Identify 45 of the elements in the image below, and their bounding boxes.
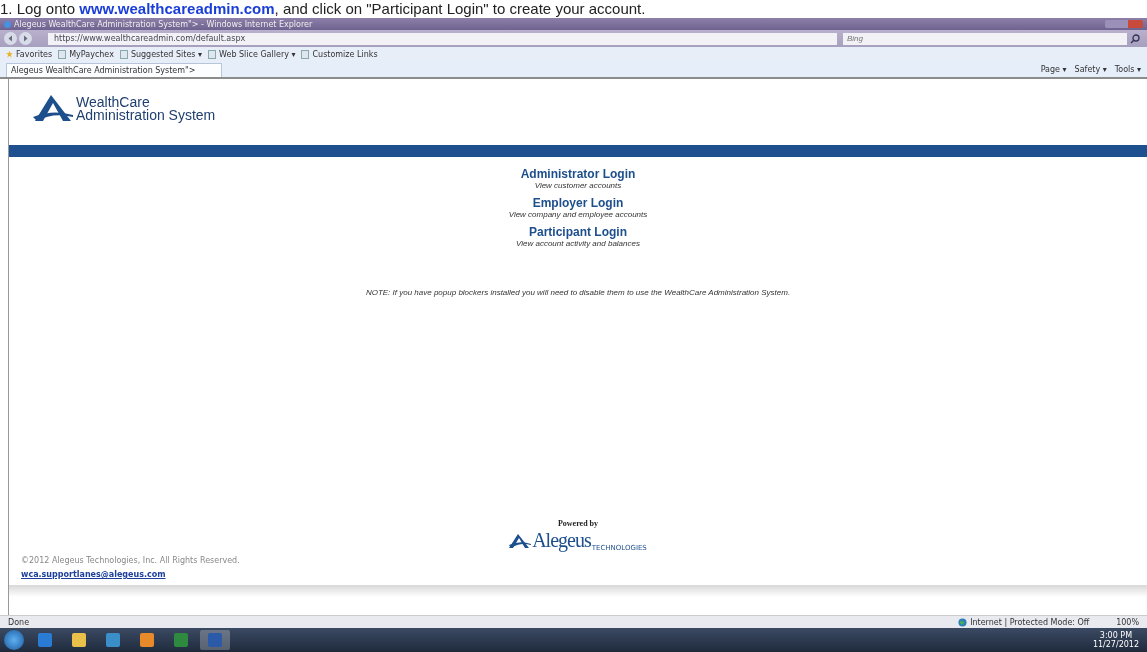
clock: 3:00 PM 11/27/2012 bbox=[1092, 631, 1140, 649]
address-field[interactable]: https://www.wealthcareadmin.com/default.aspx bbox=[48, 32, 837, 45]
globe-icon bbox=[958, 617, 968, 627]
toolbar-menu[interactable]: Page ▾ bbox=[1040, 64, 1067, 74]
note-text: NOTE: If you have popup blockers installed you will need to disable them to use the WealthCare Administration System. bbox=[364, 288, 792, 297]
window-title: Alegeus WealthCare Administration System"> - Windows Internet Explorer bbox=[14, 19, 314, 29]
status-text: Done bbox=[8, 617, 30, 627]
app-icon bbox=[38, 633, 52, 647]
logo-text: Administration System bbox=[76, 109, 216, 122]
browser-icon bbox=[4, 20, 11, 28]
app-icon bbox=[174, 633, 188, 647]
start-button[interactable] bbox=[4, 630, 24, 650]
logo-text: WealthCare bbox=[76, 96, 150, 109]
app-icon bbox=[208, 633, 222, 647]
favorites-link[interactable]: MyPaychex bbox=[69, 49, 114, 59]
brand-logo-icon bbox=[509, 533, 532, 548]
instruction-text: 1. Log onto www.wealthcareadmin.com, and click on "Participant Login" to create your account. bbox=[0, 0, 647, 18]
logo-icon bbox=[33, 95, 73, 123]
powered-by-text: Powered by bbox=[557, 519, 599, 528]
toolbar-menu[interactable]: Tools ▾ bbox=[1114, 64, 1141, 74]
search-field[interactable]: Bing bbox=[843, 32, 1127, 45]
login-link[interactable]: Participant Login bbox=[529, 225, 627, 239]
login-description: View company and employee accounts bbox=[508, 210, 648, 219]
app-icon bbox=[106, 633, 120, 647]
brand-name: Alegeus bbox=[532, 529, 591, 552]
login-description: View account activity and balances bbox=[516, 239, 640, 248]
login-description: View customer accounts bbox=[534, 181, 622, 190]
browser-tab[interactable]: Alegeus WealthCare Administration System"> bbox=[6, 63, 222, 77]
app-icon bbox=[140, 633, 154, 647]
support-email-link[interactable]: wca.supportlanes@alegeus.com bbox=[21, 570, 166, 579]
back-button[interactable] bbox=[4, 32, 17, 45]
zoom-control[interactable]: 100% bbox=[1116, 617, 1139, 627]
favorites-link[interactable]: Customize Links bbox=[312, 49, 378, 59]
search-icon[interactable] bbox=[1130, 33, 1140, 44]
favorites-link[interactable]: Web Slice Gallery ▾ bbox=[219, 49, 296, 59]
website-link[interactable]: www.wealthcareadmin.com bbox=[79, 0, 275, 17]
security-zone: Internet | Protected Mode: Off bbox=[958, 617, 1109, 627]
login-link[interactable]: Administrator Login bbox=[520, 167, 636, 181]
favorites-link[interactable]: Suggested Sites ▾ bbox=[130, 49, 203, 59]
toolbar-menu[interactable]: Safety ▾ bbox=[1074, 64, 1107, 74]
copyright-text: ©2012 Alegeus Technologies, Inc. All Rights Reserved. bbox=[21, 556, 240, 565]
login-link[interactable]: Employer Login bbox=[532, 196, 624, 210]
favorites-link[interactable]: Favorites bbox=[16, 49, 53, 59]
app-icon bbox=[72, 633, 86, 647]
forward-button[interactable] bbox=[19, 32, 32, 45]
